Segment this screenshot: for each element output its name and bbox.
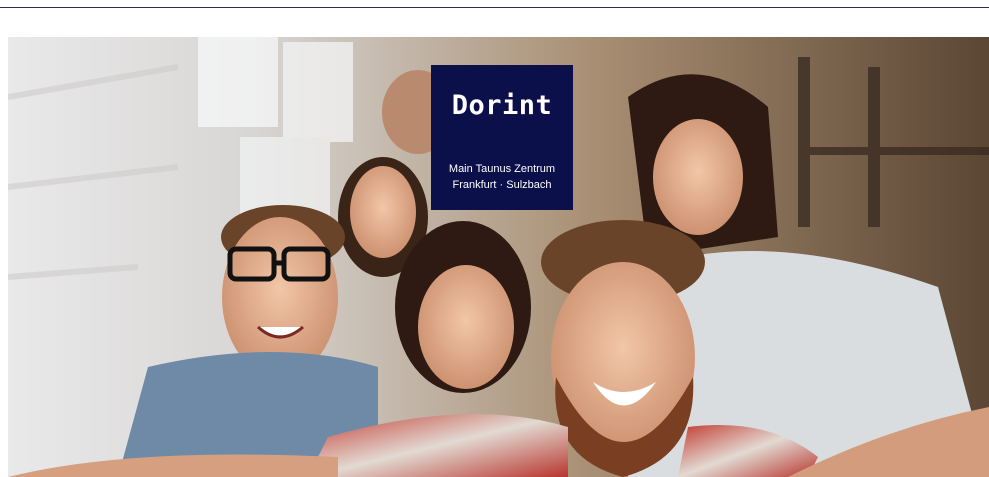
- location-line-1: Main Taunus Zentrum: [448, 163, 556, 175]
- dorint-wordmark: Dorint: [451, 90, 553, 121]
- dorint-logo-box: Dorint Main Taunus Zentrum Frankfurt · S…: [431, 65, 573, 210]
- top-divider: [0, 7, 989, 8]
- location-line-2: Frankfurt · Sulzbach: [452, 179, 552, 191]
